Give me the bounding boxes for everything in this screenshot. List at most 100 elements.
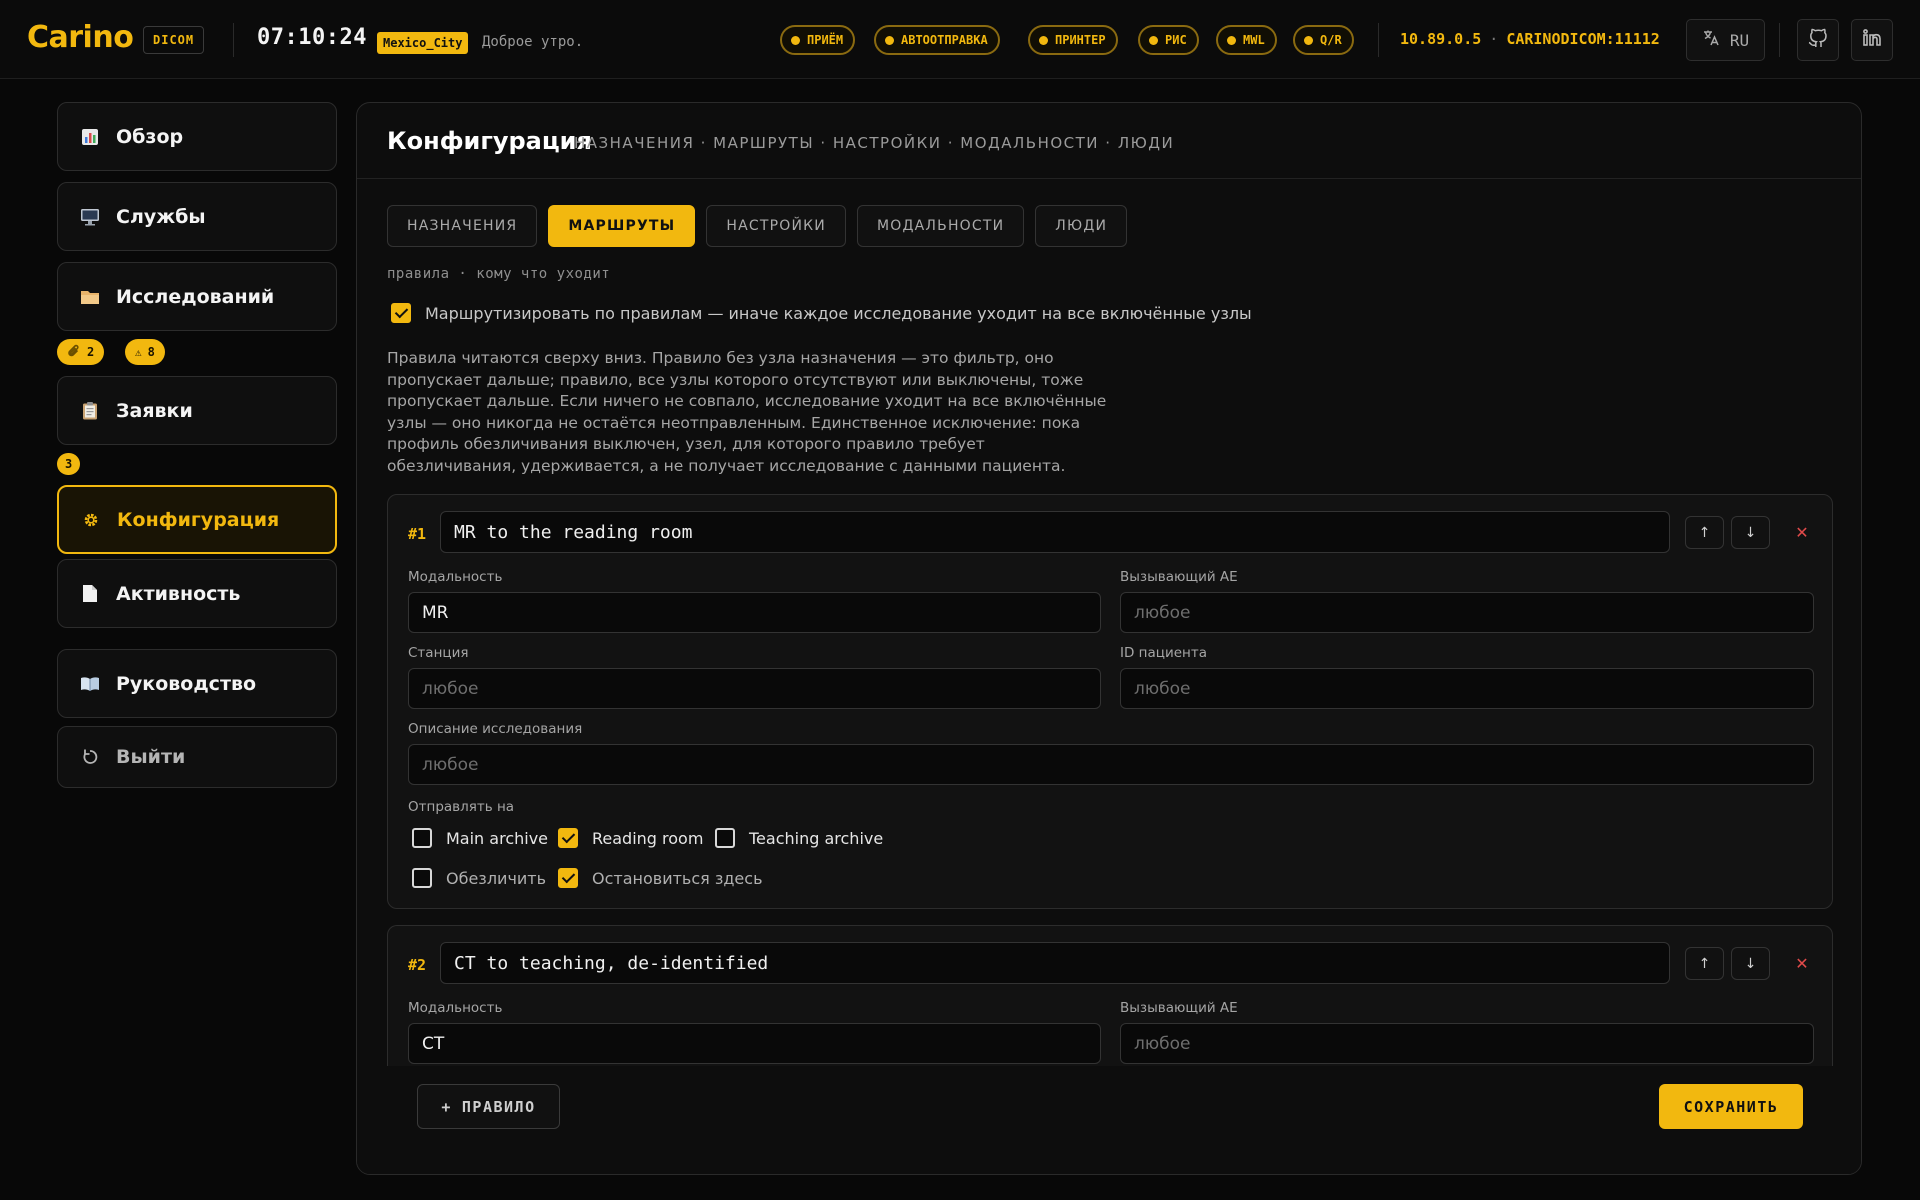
sidebar-item-configuration[interactable]: Конфигурация: [57, 485, 337, 554]
service-pill-autosend[interactable]: АВТООТПРАВКА: [874, 25, 1000, 55]
section-hint: правила · кому что уходит: [387, 266, 611, 282]
checkbox[interactable]: [715, 828, 735, 848]
destination-main-archive[interactable]: Main archive: [412, 828, 548, 848]
sidebar-item-requests[interactable]: Заявки: [57, 376, 337, 445]
calling-ae-label: Вызывающий AE: [1120, 1000, 1238, 1016]
route-by-rules-checkbox[interactable]: [391, 303, 411, 323]
calling-ae-label: Вызывающий AE: [1120, 569, 1238, 585]
service-pill-ris[interactable]: РИС: [1138, 25, 1199, 55]
rule-name-input[interactable]: CT to teaching, de-identified: [440, 942, 1670, 984]
sidebar-item-guide[interactable]: Руководство: [57, 649, 337, 718]
tab-people[interactable]: ЛЮДИ: [1035, 205, 1128, 247]
divider: [1378, 23, 1379, 57]
sidebar-item-logout[interactable]: Выйти: [57, 726, 337, 788]
checkbox[interactable]: [558, 828, 578, 848]
host-address: 10.89.0.5 · CARINODICOM:11112: [1400, 30, 1660, 48]
github-link[interactable]: [1797, 19, 1839, 61]
move-up-button[interactable]: ↑: [1685, 947, 1724, 980]
studies-attachments-badge: 2: [57, 339, 105, 365]
tab-settings[interactable]: НАСТРОЙКИ: [706, 205, 846, 247]
rule-number: #1: [408, 525, 427, 543]
route-by-rules-toggle[interactable]: Маршрутизировать по правилам — иначе каж…: [391, 303, 1252, 323]
service-pill-mwl[interactable]: MWL: [1216, 25, 1277, 55]
study-description-input[interactable]: любое: [408, 744, 1814, 785]
destination-teaching-archive[interactable]: Teaching archive: [715, 828, 883, 848]
sidebar-item-label: Заявки: [116, 399, 193, 422]
tab-routes[interactable]: МАРШРУТЫ: [548, 205, 696, 247]
panel-header: Конфигурация НАЗНАЧЕНИЯ · МАРШРУТЫ · НАС…: [357, 103, 1861, 179]
clock: 07:10:24: [257, 25, 367, 50]
sidebar-item-label: Руководство: [116, 672, 257, 695]
patient-id-input[interactable]: любое: [1120, 668, 1814, 709]
study-description-label: Описание исследования: [408, 721, 583, 737]
breadcrumb: НАЗНАЧЕНИЯ · МАРШРУТЫ · НАСТРОЙКИ · МОДА…: [574, 134, 1175, 152]
add-rule-button[interactable]: + ПРАВИЛО: [417, 1084, 560, 1129]
modality-input[interactable]: MR: [408, 592, 1101, 633]
panel-footer: [357, 1066, 1861, 1174]
tab-modalities[interactable]: МОДАЛЬНОСТИ: [857, 205, 1025, 247]
book-icon: [80, 674, 100, 694]
stop-here-option[interactable]: Остановиться здесь: [558, 868, 763, 888]
checkbox[interactable]: [412, 828, 432, 848]
status-dot-icon: [885, 35, 894, 45]
folder-icon: [80, 287, 100, 307]
sidebar-item-label: Конфигурация: [117, 508, 280, 531]
arrow-down-icon: ↓: [1744, 524, 1757, 541]
move-down-button[interactable]: ↓: [1731, 947, 1770, 980]
status-dot-icon: [1039, 35, 1048, 45]
arrow-down-icon: ↓: [1744, 955, 1757, 972]
sidebar-item-label: Обзор: [116, 125, 184, 148]
calling-ae-input[interactable]: любое: [1120, 592, 1814, 633]
send-to-label: Отправлять на: [408, 799, 515, 815]
requests-count-badge: 3: [57, 453, 81, 475]
configuration-panel: Конфигурация НАЗНАЧЕНИЯ · МАРШРУТЫ · НАС…: [356, 102, 1862, 1175]
rule-number: #2: [408, 956, 427, 974]
sidebar-item-services[interactable]: Службы: [57, 182, 337, 251]
warning-icon: ⚠: [135, 345, 142, 359]
destination-reading-room[interactable]: Reading room: [558, 828, 703, 848]
timezone-badge: Mexico_City: [377, 32, 469, 54]
gear-icon: [81, 510, 101, 530]
github-icon: [1808, 28, 1828, 52]
sidebar-item-label: Службы: [116, 205, 206, 228]
sidebar-item-overview[interactable]: Обзор: [57, 102, 337, 171]
language-switch-button[interactable]: RU: [1686, 19, 1765, 61]
dicom-badge: DICOM: [143, 26, 205, 54]
service-pill-qr[interactable]: Q/R: [1293, 25, 1354, 55]
patient-id-label: ID пациента: [1120, 645, 1207, 661]
arrow-up-icon: ↑: [1698, 524, 1711, 541]
move-up-button[interactable]: ↑: [1685, 516, 1724, 549]
sidebar-item-studies[interactable]: Исследований: [57, 262, 337, 331]
delete-rule-button[interactable]: ✕: [1784, 947, 1820, 980]
calling-ae-input[interactable]: любое: [1120, 1023, 1814, 1064]
status-dot-icon: [1149, 35, 1158, 45]
station-input[interactable]: любое: [408, 668, 1101, 709]
monitor-icon: [80, 207, 100, 227]
modality-label: Модальность: [408, 569, 503, 585]
sidebar-item-activity[interactable]: Активность: [57, 559, 337, 628]
service-pill-printer[interactable]: ПРИНТЕР: [1028, 25, 1118, 55]
sidebar-item-label: Выйти: [116, 746, 186, 768]
save-button[interactable]: СОХРАНИТЬ: [1659, 1084, 1803, 1129]
status-dot-icon: [1227, 35, 1236, 45]
deidentify-option[interactable]: Обезличить: [412, 868, 546, 888]
divider: [1779, 23, 1780, 57]
paperclip-icon: [67, 344, 81, 361]
status-dot-icon: [1304, 35, 1313, 45]
checkbox[interactable]: [412, 868, 432, 888]
linkedin-link[interactable]: [1851, 19, 1893, 61]
checkbox[interactable]: [558, 868, 578, 888]
arrow-up-icon: ↑: [1698, 955, 1711, 972]
chart-icon: [80, 127, 100, 147]
sidebar-item-label: Активность: [116, 582, 241, 605]
rule-name-input[interactable]: MR to the reading room: [440, 511, 1670, 553]
service-pill-intake[interactable]: ПРИЁМ: [780, 25, 856, 55]
delete-rule-button[interactable]: ✕: [1784, 516, 1820, 549]
move-down-button[interactable]: ↓: [1731, 516, 1770, 549]
tab-destinations[interactable]: НАЗНАЧЕНИЯ: [387, 205, 538, 247]
translate-icon: [1702, 29, 1720, 51]
route-by-rules-label: Маршрутизировать по правилам — иначе каж…: [425, 303, 1252, 323]
sidebar-item-label: Исследований: [116, 285, 275, 308]
close-icon: ✕: [1795, 523, 1809, 542]
modality-input[interactable]: CT: [408, 1023, 1101, 1064]
